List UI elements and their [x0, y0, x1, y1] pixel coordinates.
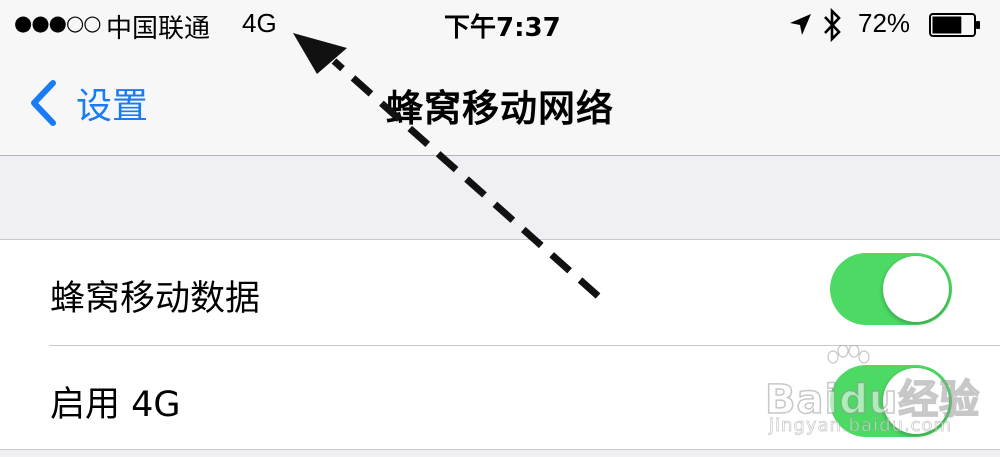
- toggle-knob: [883, 368, 949, 434]
- cellular-data-toggle[interactable]: [830, 253, 952, 325]
- enable-4g-toggle[interactable]: [830, 365, 952, 437]
- settings-table: 蜂窝移动数据 启用 4G: [0, 240, 1000, 456]
- cellular-data-label: 蜂窝移动数据: [50, 279, 261, 319]
- signal-strength-indicator: ●●●○○: [14, 11, 102, 35]
- status-bar: ●●●○○ 中国联通 4G 下午7:37 72%: [0, 0, 1000, 52]
- network-type: 4G: [242, 8, 277, 38]
- enable-4g-row: 启用 4G: [0, 346, 1000, 451]
- location-arrow-icon: [790, 14, 811, 35]
- status-time: 下午7:37: [444, 13, 561, 43]
- toggle-knob: [883, 256, 949, 322]
- battery-percentage: 72%: [858, 8, 911, 38]
- section-header: [0, 156, 1000, 240]
- battery-icon: [929, 13, 980, 37]
- enable-4g-label: 启用 4G: [50, 385, 181, 425]
- navigation-bar: 设置 蜂窝移动网络: [0, 52, 1000, 156]
- bluetooth-icon: [824, 8, 841, 42]
- cellular-data-row: 蜂窝移动数据: [0, 240, 1000, 346]
- carrier-name: 中国联通: [106, 14, 211, 44]
- page-title: 蜂窝移动网络: [386, 87, 614, 130]
